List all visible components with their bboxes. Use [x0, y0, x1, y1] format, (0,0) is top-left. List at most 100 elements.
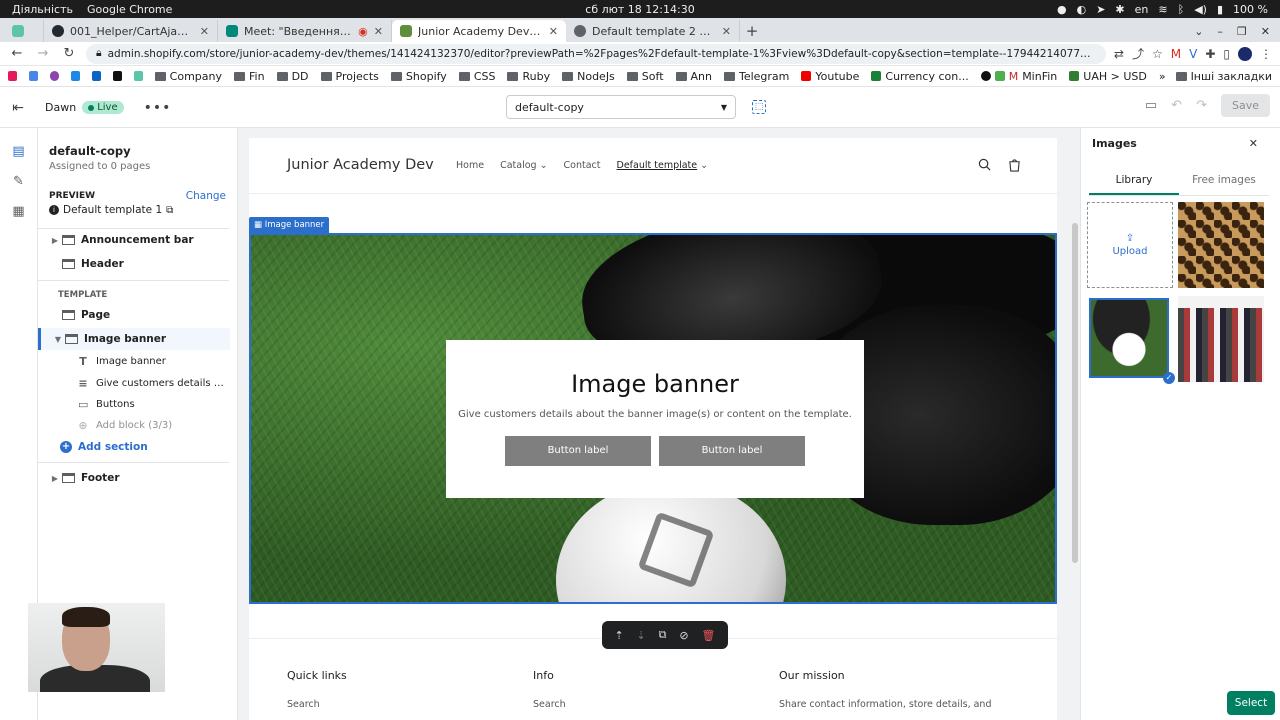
- library-image-selected[interactable]: [1089, 298, 1169, 378]
- bookmark-link[interactable]: Currency con...: [871, 70, 969, 83]
- telegram-tray-icon[interactable]: ➤: [1096, 3, 1105, 16]
- puzzle-icon[interactable]: ✚: [1205, 47, 1215, 61]
- bookmark-star-icon[interactable]: ☆: [1152, 47, 1163, 61]
- caret-right-icon[interactable]: ▶: [48, 474, 62, 483]
- close-icon[interactable]: ✕: [1249, 137, 1258, 150]
- app-embeds-icon[interactable]: ▦: [11, 204, 27, 220]
- store-footer[interactable]: Quick links Search Info Search Our mission…: [249, 638, 1057, 720]
- move-down-icon[interactable]: ⇣: [637, 629, 646, 642]
- desktop-preview-icon[interactable]: ▭: [1145, 98, 1157, 113]
- caret-right-icon[interactable]: ▶: [48, 236, 62, 245]
- library-image[interactable]: [1178, 296, 1264, 382]
- bookmark-folder[interactable]: DD: [276, 70, 309, 83]
- url-field[interactable]: 🔒︎ admin.shopify.com/store/junior-academ…: [86, 43, 1106, 64]
- bookmark-icon[interactable]: [28, 71, 38, 81]
- banner-heading[interactable]: Image banner: [446, 370, 864, 398]
- bookmark-folder[interactable]: Ruby: [507, 70, 550, 83]
- bookmark-icon[interactable]: [8, 71, 17, 81]
- duplicate-icon[interactable]: ⧉: [659, 628, 667, 642]
- bluetooth-icon[interactable]: ᛒ: [1178, 3, 1185, 16]
- sections-icon[interactable]: ▤: [11, 144, 27, 160]
- nav-default-template[interactable]: Default template ⌄: [617, 160, 709, 171]
- back-icon[interactable]: ←: [8, 46, 26, 61]
- more-actions-icon[interactable]: •••: [144, 100, 172, 116]
- minimize-icon[interactable]: –: [1217, 25, 1223, 38]
- banner-text[interactable]: Give customers details about the banner …: [446, 409, 864, 420]
- section-header[interactable]: Header: [38, 253, 230, 275]
- forward-icon[interactable]: →: [34, 46, 52, 61]
- search-icon[interactable]: [978, 158, 991, 171]
- bookmark-icon[interactable]: [112, 71, 122, 81]
- block-text[interactable]: ≡ Give customers details abo...: [78, 373, 228, 393]
- settings-tray-icon[interactable]: ✱: [1115, 3, 1124, 16]
- tab-free-images[interactable]: Free images: [1179, 166, 1269, 195]
- bookmark-icon[interactable]: [133, 71, 143, 81]
- nav-contact[interactable]: Contact: [564, 160, 601, 171]
- bookmark-link[interactable]: UAH > USD: [1069, 70, 1147, 83]
- sidebar-icon[interactable]: ▯: [1223, 47, 1230, 61]
- redo-icon[interactable]: ↷: [1196, 98, 1207, 113]
- delete-icon[interactable]: 🗑︎: [702, 629, 716, 642]
- section-announcement-bar[interactable]: ▶ Announcement bar: [38, 229, 230, 251]
- caret-down-icon[interactable]: ▼: [51, 335, 65, 344]
- library-image[interactable]: [1178, 202, 1264, 288]
- change-preview-link[interactable]: Change: [186, 190, 226, 202]
- banner-button-1[interactable]: Button label: [505, 436, 651, 466]
- share-icon[interactable]: ⤴: [1132, 45, 1144, 62]
- bookmark-link[interactable]: Youtube: [801, 70, 859, 83]
- browser-tab[interactable]: Meet: "Введення в S ◉ ✕: [218, 20, 392, 42]
- close-tab-icon[interactable]: ✕: [200, 25, 209, 38]
- bookmark-folder[interactable]: Company: [154, 70, 222, 83]
- close-window-icon[interactable]: ✕: [1261, 25, 1270, 38]
- section-page[interactable]: Page: [38, 304, 230, 326]
- theme-settings-icon[interactable]: ✎: [11, 174, 27, 190]
- bookmark-icon[interactable]: [70, 71, 80, 81]
- add-section-button[interactable]: + Add section: [60, 441, 148, 453]
- external-link-icon[interactable]: ⧉: [166, 205, 173, 216]
- active-app-name[interactable]: Google Chrome: [87, 3, 172, 16]
- hide-icon[interactable]: ⊘: [679, 629, 688, 642]
- battery-icon[interactable]: ▮: [1217, 3, 1223, 16]
- select-button[interactable]: Select: [1227, 691, 1275, 715]
- undo-icon[interactable]: ↶: [1171, 98, 1182, 113]
- close-tab-icon[interactable]: ✕: [722, 25, 731, 38]
- bookmark-folder[interactable]: Ann: [675, 70, 712, 83]
- add-block-button[interactable]: ⊕ Add block (3/3): [78, 415, 228, 435]
- gmail-extension-icon[interactable]: M: [1171, 47, 1181, 61]
- bookmark-icon[interactable]: [49, 71, 59, 81]
- cart-icon[interactable]: [1008, 158, 1021, 172]
- upload-button[interactable]: ⇪ Upload: [1087, 202, 1173, 288]
- wifi-icon[interactable]: ≋: [1158, 3, 1167, 16]
- tray-icon[interactable]: ◐: [1077, 3, 1087, 16]
- activities-button[interactable]: Діяльність: [12, 3, 73, 16]
- section-footer[interactable]: ▶ Footer: [38, 467, 230, 489]
- browser-tab[interactable]: [4, 20, 44, 42]
- inspector-icon[interactable]: ⬚: [752, 100, 766, 114]
- block-heading[interactable]: T Image banner: [78, 351, 228, 371]
- language-indicator[interactable]: en: [1135, 3, 1149, 16]
- store-logo[interactable]: Junior Academy Dev: [287, 157, 434, 173]
- bookmark-folder[interactable]: CSS: [458, 70, 495, 83]
- bookmark-folder[interactable]: Soft: [626, 70, 664, 83]
- tab-search-icon[interactable]: ⌄: [1194, 25, 1203, 38]
- tray-icon[interactable]: ●: [1057, 3, 1067, 16]
- nav-home[interactable]: Home: [456, 160, 484, 171]
- restore-icon[interactable]: ❐: [1237, 25, 1247, 38]
- browser-tab[interactable]: 001_Helper/CartAjaxUp ✕: [44, 20, 218, 42]
- other-bookmarks[interactable]: Інші закладки: [1175, 70, 1272, 83]
- volume-icon[interactable]: ◀): [1194, 3, 1207, 16]
- banner-button-2[interactable]: Button label: [659, 436, 805, 466]
- move-up-icon[interactable]: ⇡: [614, 629, 623, 642]
- close-tab-icon[interactable]: ✕: [374, 25, 383, 38]
- avatar[interactable]: [1238, 46, 1252, 61]
- bookmark-link[interactable]: M MinFin: [980, 70, 1057, 83]
- close-tab-icon[interactable]: ✕: [549, 25, 558, 38]
- bookmark-folder[interactable]: Telegram: [723, 70, 789, 83]
- more-bookmarks-icon[interactable]: »: [1159, 70, 1166, 83]
- block-buttons[interactable]: ▭ Buttons: [78, 394, 228, 414]
- extension-icon[interactable]: V: [1189, 47, 1197, 61]
- bookmark-folder[interactable]: Shopify: [390, 70, 447, 83]
- browser-tab[interactable]: Default template 2 – Jun ✕: [566, 20, 740, 42]
- exit-icon[interactable]: ⇤: [0, 100, 36, 116]
- translate-icon[interactable]: ⇄: [1114, 47, 1124, 61]
